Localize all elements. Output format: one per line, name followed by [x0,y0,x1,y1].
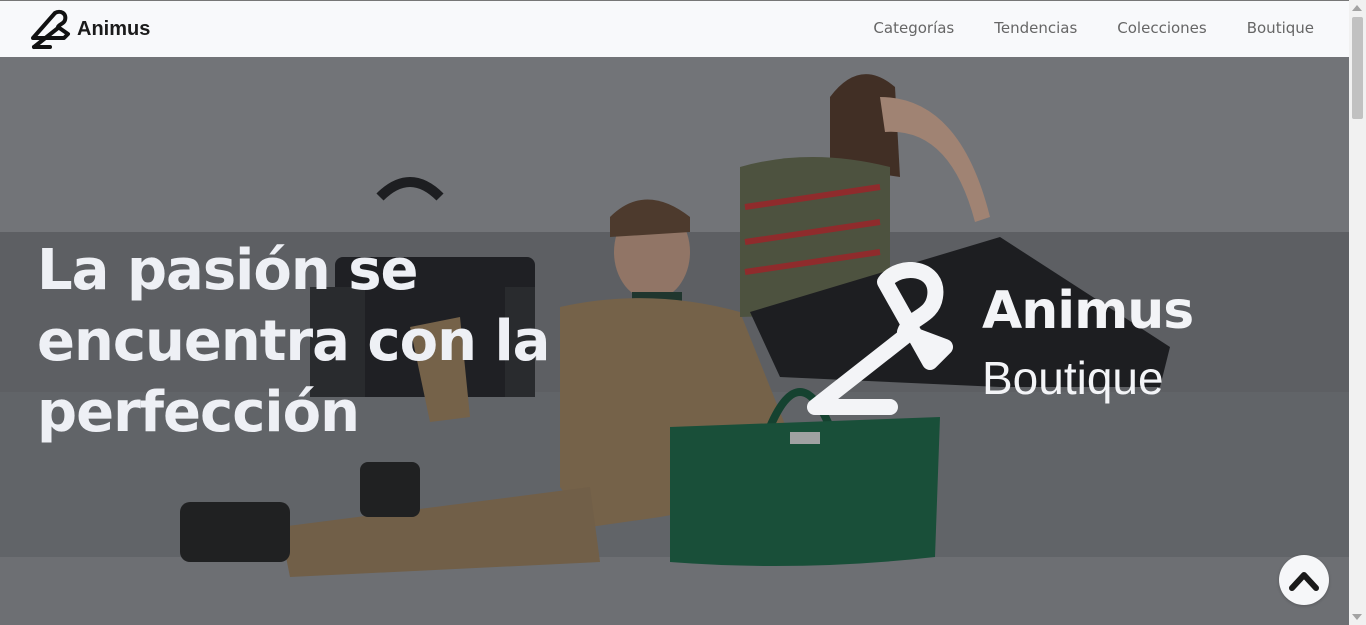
chevron-up-icon [1289,572,1319,591]
scroll-thumb[interactable] [1352,17,1363,119]
nav-link-tendencias[interactable]: Tendencias [994,19,1077,37]
brand-link[interactable]: Animus [30,8,150,50]
nav-link-categorias[interactable]: Categorías [873,19,954,37]
nav-links: Categorías Tendencias Colecciones Boutiq… [833,19,1314,37]
hero-logo-name: Animus [982,281,1194,341]
hero-logo-subtitle: Boutique [982,352,1164,404]
nav-link-boutique[interactable]: Boutique [1247,19,1314,37]
headline-line: La pasión se [37,238,419,303]
hanger-icon [31,9,70,49]
back-to-top-button[interactable] [1279,555,1329,605]
page-scrollbar[interactable] [1349,0,1366,625]
navbar: Animus Categorías Tendencias Colecciones… [0,0,1349,57]
headline-line: perfección [37,380,360,445]
hero-headline: La pasión se encuentra con la perfección [37,235,557,448]
headline-line: encuentra con la [37,309,550,374]
scroll-down-arrow[interactable] [1352,614,1362,620]
hero-banner: La pasión se encuentra con la perfección… [0,57,1349,625]
nav-link-colecciones[interactable]: Colecciones [1117,19,1206,37]
hanger-icon [807,262,953,415]
brand-name: Animus [77,17,151,40]
scroll-up-arrow[interactable] [1352,5,1362,11]
